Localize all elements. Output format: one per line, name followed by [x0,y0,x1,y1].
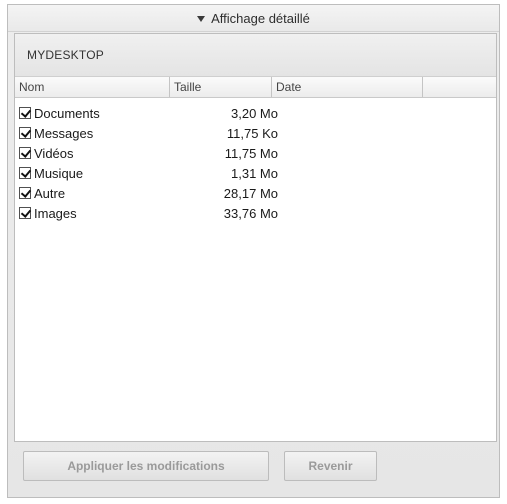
folder-panel: MYDESKTOP Nom Taille Date Documents 3,20… [14,33,497,442]
row-name: Documents [34,105,100,121]
row-checkbox[interactable] [19,127,31,139]
row-checkbox[interactable] [19,187,31,199]
table-row: Messages 11,75 Ko [15,123,496,143]
table-row: Images 33,76 Mo [15,203,496,223]
apply-changes-button[interactable]: Appliquer les modifications [23,451,269,481]
folder-list: Documents 3,20 Mo Messages 11,75 Ko Vidé… [15,98,496,223]
table-header: Nom Taille Date [15,77,496,98]
row-size: 3,20 Mo [231,105,278,121]
panel-title: MYDESKTOP [15,34,496,77]
row-size: 11,75 Ko [226,125,278,141]
row-size: 33,76 Mo [223,205,278,221]
row-size: 28,17 Mo [223,185,278,201]
row-name: Vidéos [34,145,74,161]
column-header-name[interactable]: Nom [15,77,170,97]
column-header-extra[interactable] [423,77,494,97]
detailed-view-toggle[interactable]: Affichage détaillé [8,5,499,32]
table-row: Vidéos 11,75 Mo [15,143,496,163]
row-name: Autre [34,185,66,201]
table-row: Autre 28,17 Mo [15,183,496,203]
row-size: 11,75 Mo [224,145,278,161]
revert-button[interactable]: Revenir [284,451,377,481]
table-row: Documents 3,20 Mo [15,103,496,123]
row-checkbox[interactable] [19,207,31,219]
section-title: Affichage détaillé [211,10,310,26]
row-name: Messages [34,125,94,141]
row-name: Images [34,205,77,221]
row-checkbox[interactable] [19,167,31,179]
table-row: Musique 1,31 Mo [15,163,496,183]
triangle-down-icon [197,15,206,22]
row-size: 1,31 Mo [231,165,278,181]
column-header-date[interactable]: Date [272,77,423,97]
row-checkbox[interactable] [19,107,31,119]
column-header-size[interactable]: Taille [170,77,272,97]
row-checkbox[interactable] [19,147,31,159]
row-name: Musique [34,165,84,181]
